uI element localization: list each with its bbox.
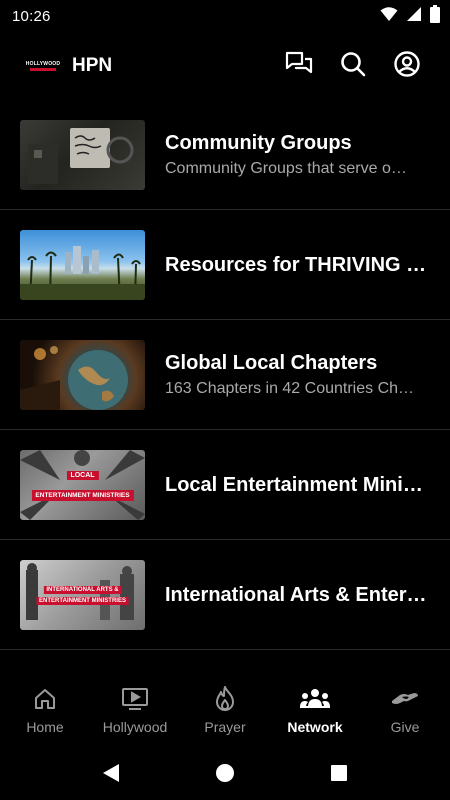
home-circle-icon (215, 763, 235, 788)
list-item-title: International Arts & Entert… (165, 583, 430, 606)
thumbnail-banner-top: INTERNATIONAL ARTS & (43, 585, 122, 594)
chat-button[interactable] (272, 42, 326, 90)
list-item-global-chapters[interactable]: Global Local Chapters 163 Chapters in 42… (0, 320, 450, 430)
nav-label: Prayer (204, 719, 246, 735)
search-button[interactable] (326, 42, 380, 90)
wifi-icon (380, 6, 398, 27)
status-bar: 10:26 (0, 0, 450, 32)
account-icon (394, 50, 420, 82)
nav-label: Network (287, 719, 343, 735)
battery-icon (430, 4, 440, 28)
nav-item-hollywood[interactable]: Hollywood (90, 670, 180, 750)
recents-icon (330, 764, 348, 787)
list-item-title: Local Entertainment Minis… (165, 473, 430, 496)
bottom-navigation: Home Hollywood Prayer Network Give (0, 670, 450, 750)
system-navigation-bar (0, 750, 450, 800)
global-chapters-thumbnail (20, 339, 145, 410)
nav-item-network[interactable]: Network (270, 670, 360, 750)
group-icon (299, 685, 331, 713)
list-item-title: Community Groups (165, 131, 352, 154)
tv-play-icon (121, 685, 149, 713)
search-icon (340, 51, 366, 82)
app-title: HPN (72, 55, 113, 76)
list-item-title: Global Local Chapters (165, 351, 378, 374)
list-item-resources[interactable]: Resources for THRIVING i… (0, 210, 450, 320)
community-groups-thumbnail (20, 119, 145, 190)
list-item-community-groups[interactable]: Community Groups Community Groups that s… (0, 100, 450, 210)
list-item-text: Resources for THRIVING i… (165, 252, 430, 278)
status-time: 10:26 (12, 7, 51, 25)
thumbnail-banner-bottom: ENTERTAINMENT MINISTRIES (31, 489, 134, 501)
resources-thumbnail (20, 229, 145, 300)
list-item-subtitle: Community Groups that serve o… (165, 159, 407, 177)
list-item-text: International Arts & Entert… (165, 582, 430, 608)
system-recents-button[interactable] (282, 750, 396, 800)
logo-text: HOLLYWOOD (25, 61, 61, 67)
app-actions (272, 42, 434, 90)
list-item-local-ministries[interactable]: LOCAL ENTERTAINMENT MINISTRIES Local Ent… (0, 430, 450, 540)
thumbnail-banner-top: LOCAL (66, 470, 99, 480)
account-button[interactable] (380, 42, 434, 90)
system-home-button[interactable] (168, 750, 282, 800)
hpn-logo: HOLLYWOOD (25, 59, 61, 73)
local-ministries-thumbnail: LOCAL ENTERTAINMENT MINISTRIES (20, 449, 145, 520)
nav-label: Hollywood (102, 719, 168, 735)
flame-icon (214, 685, 236, 713)
cellular-signal-icon (406, 6, 422, 27)
logo-bar (30, 68, 56, 71)
handshake-icon (390, 685, 420, 713)
nav-item-home[interactable]: Home (0, 670, 90, 750)
home-icon (33, 685, 57, 713)
list-item-text: Global Local Chapters 163 Chapters in 42… (165, 350, 430, 400)
list-item-subtitle: 163 Chapters in 42 Countries Ch… (165, 379, 415, 397)
back-icon (102, 763, 120, 788)
list-item-text: Community Groups Community Groups that s… (165, 130, 430, 180)
international-ministries-thumbnail: INTERNATIONAL ARTS & ENTERTAINMENT MINIS… (20, 559, 145, 630)
status-icons (380, 4, 440, 28)
thumbnail-banner-bottom: ENTERTAINMENT MINISTRIES (36, 596, 129, 605)
chat-icon (285, 51, 313, 82)
nav-label: Home (26, 719, 64, 735)
nav-item-prayer[interactable]: Prayer (180, 670, 270, 750)
nav-label: Give (390, 719, 420, 735)
list-item-text: Local Entertainment Minis… (165, 472, 430, 498)
network-list: Community Groups Community Groups that s… (0, 100, 450, 650)
app-bar: HOLLYWOOD HPN (0, 32, 450, 100)
nav-item-give[interactable]: Give (360, 670, 450, 750)
list-item-international-ministries[interactable]: INTERNATIONAL ARTS & ENTERTAINMENT MINIS… (0, 540, 450, 650)
system-back-button[interactable] (54, 750, 168, 800)
list-item-title: Resources for THRIVING i… (165, 253, 430, 276)
